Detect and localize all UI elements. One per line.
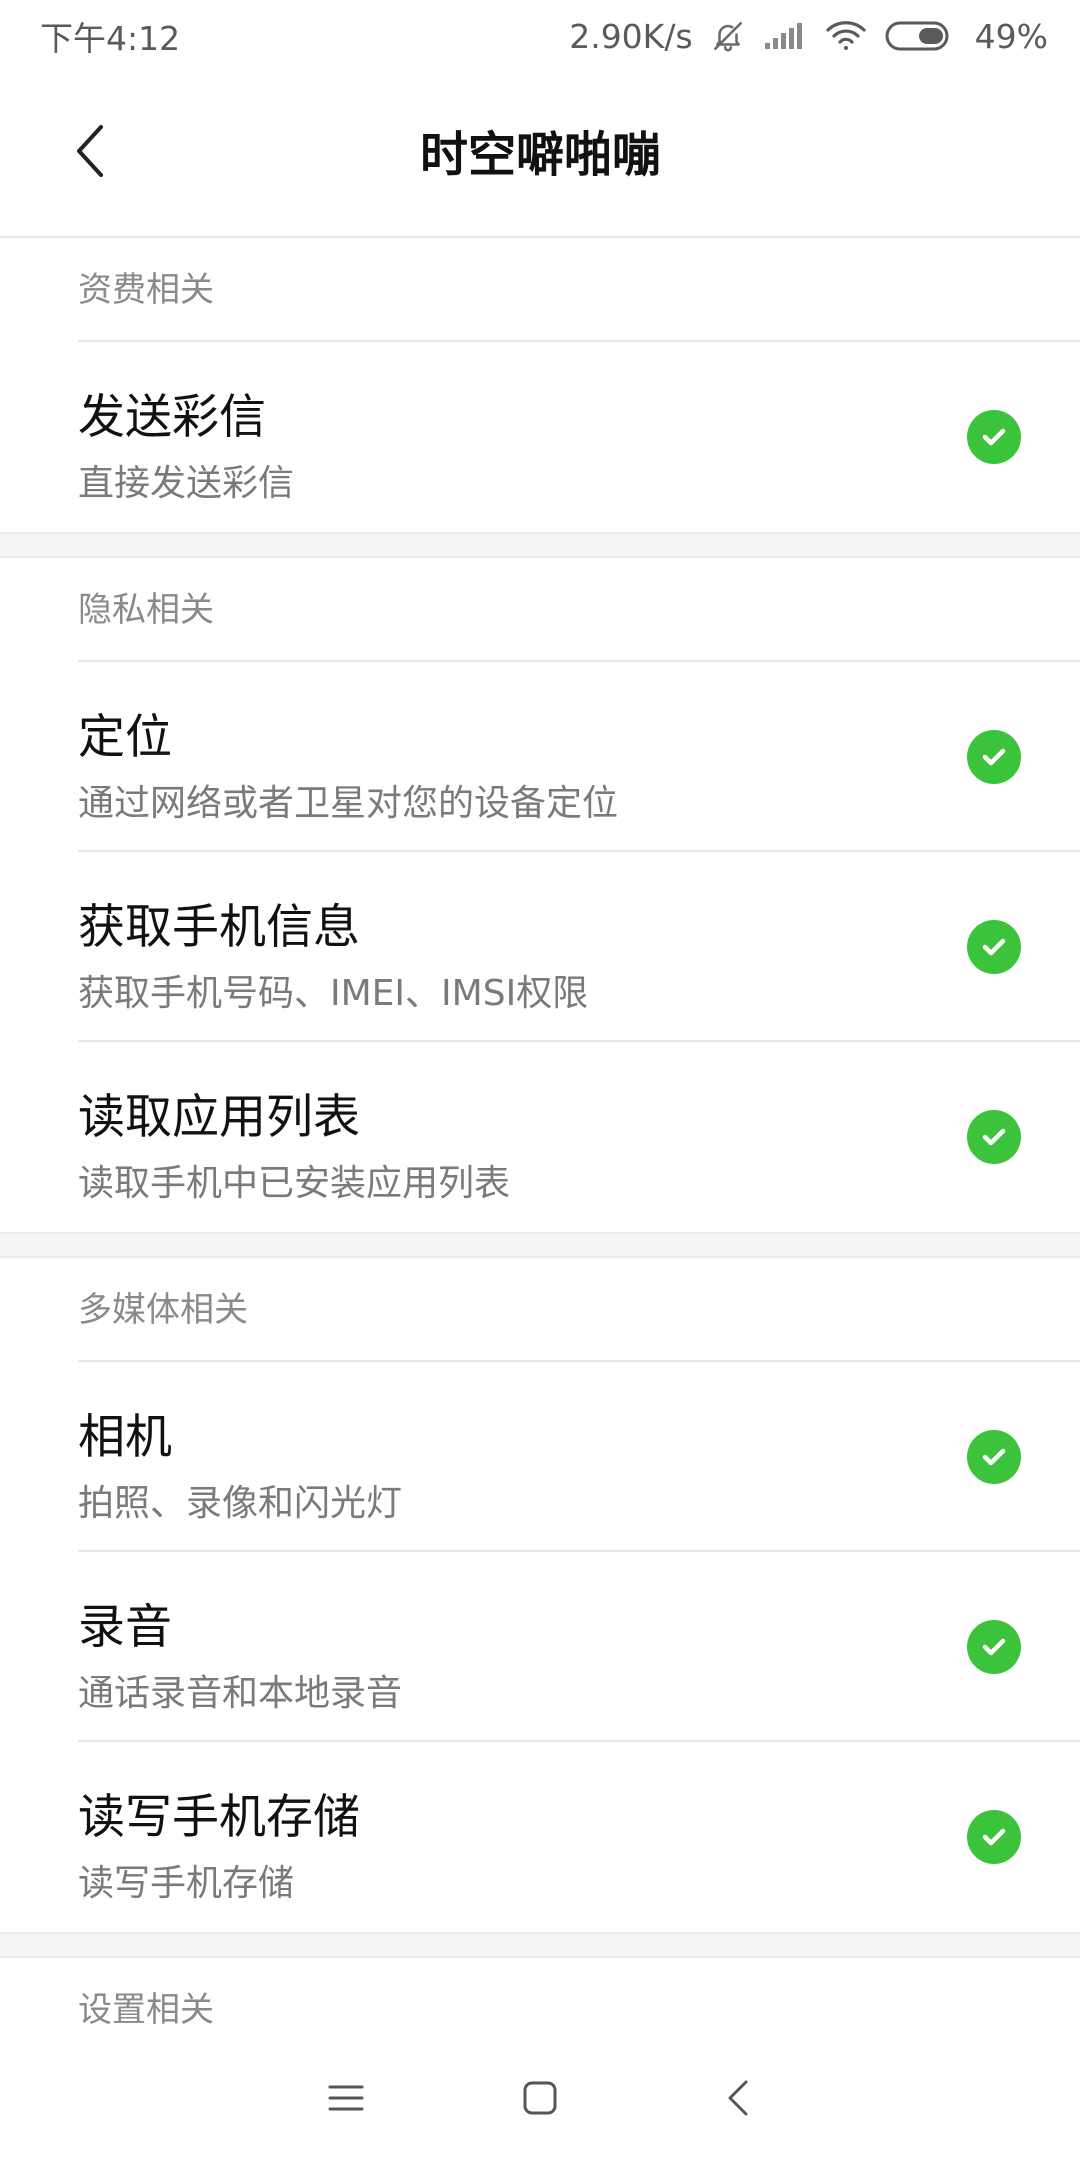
section-divider: [0, 1232, 1080, 1258]
page-title: 时空噼啪嘣: [419, 127, 660, 183]
bell-off-icon: [711, 19, 745, 53]
section-header-multimedia: 多媒体相关: [0, 1258, 1080, 1362]
back-icon: [726, 2079, 750, 2121]
section-header-fees: 资费相关: [0, 238, 1080, 342]
permission-row-camera[interactable]: 相机 拍照、录像和闪光灯: [0, 1362, 1080, 1552]
permission-subtitle: 拍照、录像和闪光灯: [78, 1483, 403, 1524]
home-button[interactable]: [508, 2068, 572, 2132]
section-divider: [0, 532, 1080, 558]
permission-row-record-audio[interactable]: 录音 通话录音和本地录音: [0, 1552, 1080, 1742]
wifi-icon: [825, 19, 867, 53]
permission-subtitle: 读写手机存储: [78, 1863, 295, 1904]
permission-title: 读写手机存储: [78, 1790, 360, 1845]
permission-row-phone-info[interactable]: 获取手机信息 获取手机号码、IMEI、IMSI权限: [0, 852, 1080, 1042]
permission-title: 录音: [78, 1600, 172, 1655]
signal-icon: [763, 21, 807, 51]
screen: 下午4:12 2.90K/s 49% 时空噼啪嘣 资费相关 发送彩信 直接发送彩…: [0, 0, 1080, 2160]
status-time: 下午4:12: [40, 19, 181, 58]
title-bar: 时空噼啪嘣: [0, 72, 1080, 238]
check-circle-icon[interactable]: [967, 1110, 1021, 1164]
battery-icon: [885, 20, 951, 52]
permission-title: 发送彩信: [78, 390, 266, 445]
permission-title: 获取手机信息: [78, 900, 360, 955]
check-circle-icon[interactable]: [967, 920, 1021, 974]
navigation-bar: [0, 2040, 1080, 2160]
permission-row-app-list[interactable]: 读取应用列表 读取手机中已安装应用列表: [0, 1042, 1080, 1232]
battery-percentage: 49%: [974, 16, 1048, 56]
permission-subtitle: 通话录音和本地录音: [78, 1673, 403, 1714]
check-circle-icon[interactable]: [967, 730, 1021, 784]
menu-icon: [328, 2083, 364, 2117]
permission-title: 定位: [78, 710, 172, 765]
permission-list: 资费相关 发送彩信 直接发送彩信 隐私相关 定位 通过网络或者卫星对您的设备定位…: [0, 238, 1080, 2062]
check-circle-icon[interactable]: [967, 1430, 1021, 1484]
home-icon: [522, 2080, 558, 2120]
network-speed: 2.90K/s: [569, 16, 693, 56]
permission-title: 相机: [78, 1410, 172, 1465]
section-header-privacy: 隐私相关: [0, 558, 1080, 662]
status-bar: 下午4:12 2.90K/s 49%: [0, 0, 1080, 72]
permission-subtitle: 直接发送彩信: [78, 463, 295, 504]
section-divider: [0, 1932, 1080, 1958]
chevron-left-icon: [73, 123, 107, 183]
permission-subtitle: 通过网络或者卫星对您的设备定位: [78, 783, 619, 824]
back-button[interactable]: [62, 122, 118, 184]
permission-subtitle: 获取手机号码、IMEI、IMSI权限: [78, 973, 589, 1014]
check-circle-icon[interactable]: [967, 1810, 1021, 1864]
menu-button[interactable]: [314, 2068, 378, 2132]
check-circle-icon[interactable]: [967, 410, 1021, 464]
permission-row-storage[interactable]: 读写手机存储 读写手机存储: [0, 1742, 1080, 1932]
check-circle-icon[interactable]: [967, 1620, 1021, 1674]
permission-title: 读取应用列表: [78, 1090, 360, 1145]
permission-row-send-mms[interactable]: 发送彩信 直接发送彩信: [0, 342, 1080, 532]
permission-row-location[interactable]: 定位 通过网络或者卫星对您的设备定位: [0, 662, 1080, 852]
nav-back-button[interactable]: [706, 2068, 770, 2132]
permission-subtitle: 读取手机中已安装应用列表: [78, 1163, 511, 1204]
